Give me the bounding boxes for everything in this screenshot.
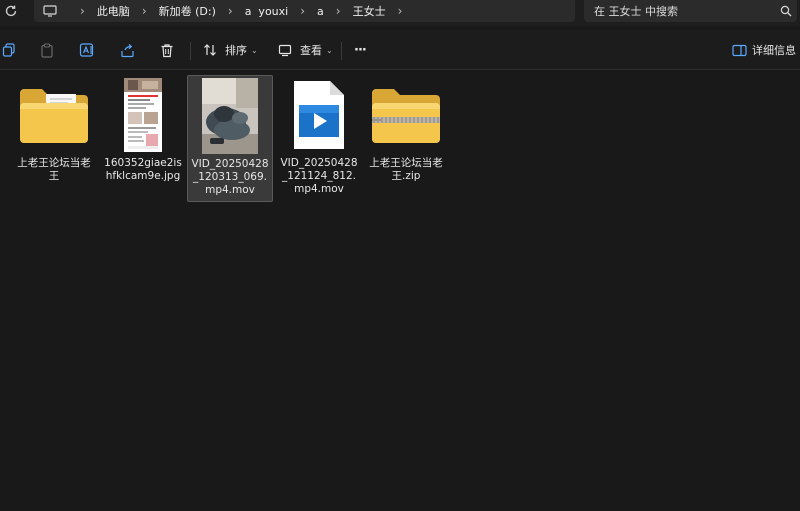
folder-icon	[14, 76, 94, 154]
details-label: 详细信息	[752, 44, 796, 57]
file-item[interactable]: 上老王论坛当老王.zip	[363, 75, 449, 187]
trash-icon	[158, 41, 176, 59]
sort-button[interactable]: 排序 ⌄	[201, 40, 258, 60]
view-label: 查看	[300, 44, 322, 57]
rename-button[interactable]	[78, 40, 96, 60]
chevron-down-icon: ⌄	[251, 45, 258, 55]
more-button[interactable]: ···	[354, 40, 367, 60]
paste-button[interactable]	[38, 40, 56, 60]
share-button[interactable]	[118, 40, 136, 60]
file-name: 上老王论坛当老王.zip	[369, 157, 443, 182]
chevron-right-icon[interactable]: ›	[398, 4, 403, 18]
breadcrumb-drive-d[interactable]: 新加卷 (D:)	[159, 3, 216, 19]
file-name: VID_20250428_121124_812.mp4.mov	[280, 157, 358, 195]
toolbar-divider	[190, 42, 191, 60]
details-button[interactable]: 详细信息	[730, 40, 796, 60]
toolbar-divider	[341, 42, 342, 60]
view-icon	[276, 41, 294, 59]
chevron-right-icon[interactable]: ›	[228, 4, 233, 18]
breadcrumb-a[interactable]: a	[317, 5, 324, 18]
file-item[interactable]: 160352giae2ishfklcam9e.jpg	[100, 75, 186, 187]
search-input[interactable]: 在 王女士 中搜索	[594, 3, 775, 19]
file-name: 160352giae2ishfklcam9e.jpg	[104, 157, 182, 182]
sort-icon	[201, 41, 219, 59]
share-icon	[118, 41, 136, 59]
file-item[interactable]: VID_20250428_121124_812.mp4.mov	[276, 75, 362, 200]
more-icon: ···	[354, 42, 367, 58]
chevron-right-icon[interactable]: ›	[142, 4, 147, 18]
file-area[interactable]: 上老王论坛当老王 160352giae2ishfklcam9e.jpg VID_…	[0, 71, 800, 511]
file-item-selected[interactable]: VID_20250428_120313_069.mp4.mov	[187, 75, 273, 202]
rename-icon	[78, 41, 96, 59]
delete-button[interactable]	[158, 40, 176, 60]
sort-label: 排序	[225, 44, 247, 57]
breadcrumb-a-youxi[interactable]: a youxi	[245, 5, 289, 18]
video-thumbnail	[190, 77, 270, 155]
address-row: › 此电脑 › 新加卷 (D:) › a youxi › a › 王女士 › 在…	[0, 0, 800, 26]
chevron-down-icon: ⌄	[326, 45, 333, 55]
image-thumbnail	[103, 76, 183, 154]
copy-button[interactable]	[0, 40, 18, 60]
search-box[interactable]: 在 王女士 中搜索	[584, 0, 797, 22]
computer-icon	[42, 4, 58, 18]
file-name: 上老王论坛当老王	[17, 157, 91, 182]
details-pane-icon	[730, 41, 748, 59]
breadcrumb-this-pc[interactable]: 此电脑	[97, 3, 130, 19]
refresh-icon[interactable]	[0, 0, 22, 22]
address-bar[interactable]: › 此电脑 › 新加卷 (D:) › a youxi › a › 王女士 ›	[34, 0, 575, 22]
chevron-right-icon[interactable]: ›	[300, 4, 305, 18]
video-file-icon	[279, 76, 359, 154]
copy-icon	[0, 41, 18, 59]
command-bar: 排序 ⌄ 查看 ⌄ ··· 详细信息	[0, 30, 800, 70]
clipboard-icon	[38, 41, 56, 59]
view-button[interactable]: 查看 ⌄	[276, 40, 333, 60]
search-icon[interactable]	[775, 0, 797, 22]
chevron-right-icon[interactable]: ›	[336, 4, 341, 18]
file-name: VID_20250428_120313_069.mp4.mov	[191, 158, 269, 196]
zip-folder-icon	[366, 76, 446, 154]
file-item[interactable]: 上老王论坛当老王	[11, 75, 97, 187]
chevron-right-icon: ›	[80, 4, 85, 18]
breadcrumb-wang-nvshi[interactable]: 王女士	[353, 3, 386, 19]
